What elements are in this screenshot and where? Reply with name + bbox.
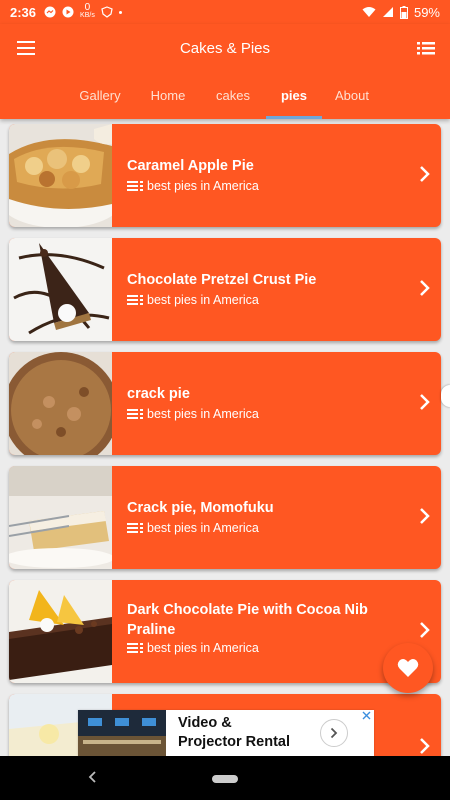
dot-icon xyxy=(118,10,122,14)
status-system-icons: 59% xyxy=(362,5,440,20)
tab-about[interactable]: About xyxy=(322,84,382,119)
chevron-right-icon xyxy=(420,394,430,410)
chevron-right-icon xyxy=(420,622,430,638)
list-icon[interactable] xyxy=(416,38,436,58)
list-item[interactable]: Caramel Apple Pie best pies in America xyxy=(9,124,441,227)
ad-image xyxy=(78,710,166,756)
pie-thumbnail xyxy=(9,580,112,683)
list-icon xyxy=(127,295,143,305)
list-item[interactable]: Crack pie, Momofuku best pies in America xyxy=(9,466,441,569)
pie-thumbnail xyxy=(9,352,112,455)
home-pill[interactable] xyxy=(212,775,238,783)
ad-close-icon[interactable] xyxy=(362,711,371,720)
item-subtitle: best pies in America xyxy=(127,179,259,193)
item-subtitle: best pies in America xyxy=(127,641,259,655)
item-subtitle: best pies in America xyxy=(127,293,259,307)
net-speed-value: 0 xyxy=(84,2,91,13)
heart-icon xyxy=(397,659,419,677)
ad-banner[interactable]: Video & Projector Rental xyxy=(78,710,374,756)
item-subtitle: best pies in America xyxy=(127,521,259,535)
tab-pies[interactable]: pies xyxy=(266,84,322,119)
play-icon xyxy=(62,6,74,18)
list-icon xyxy=(127,523,143,533)
list-icon xyxy=(127,643,143,653)
shield-icon xyxy=(101,6,113,18)
tab-bar: Gallery Home cakes pies About xyxy=(0,84,450,119)
signal-icon xyxy=(382,7,393,17)
ad-line-1: Video & xyxy=(178,715,232,731)
item-subtitle-text: best pies in America xyxy=(147,521,259,535)
pie-list: Caramel Apple Pie best pies in America C… xyxy=(0,119,450,756)
messenger-icon xyxy=(44,6,56,18)
item-title: Crack pie, Momofuku xyxy=(127,500,274,516)
chevron-right-icon xyxy=(330,727,338,739)
item-title: Caramel Apple Pie xyxy=(127,158,254,174)
item-subtitle: best pies in America xyxy=(127,407,259,421)
app-title: Cakes & Pies xyxy=(179,40,271,57)
net-speed-unit: KB/s xyxy=(80,12,95,19)
back-icon[interactable] xyxy=(88,770,98,784)
ad-text: Video & Projector Rental xyxy=(178,714,290,752)
battery-icon xyxy=(399,5,408,19)
favorite-button[interactable] xyxy=(383,643,433,693)
net-speed: 0 KB/s xyxy=(80,2,95,20)
pie-thumbnail xyxy=(9,238,112,341)
app-bar: Cakes & Pies Gallery Home cakes pies Abo… xyxy=(0,24,450,119)
list-icon xyxy=(127,409,143,419)
status-bar: 2:36 0 KB/s 59% xyxy=(0,0,450,24)
system-nav-bar xyxy=(0,756,450,800)
item-subtitle-text: best pies in America xyxy=(147,407,259,421)
chevron-right-icon xyxy=(420,166,430,182)
list-icon xyxy=(127,181,143,191)
item-title: Dark Chocolate Pie with Cocoa Nib Pralin… xyxy=(127,602,368,638)
status-notification-icons: 0 KB/s xyxy=(44,2,122,20)
wifi-icon xyxy=(362,7,376,17)
scroll-handle[interactable] xyxy=(441,385,450,407)
list-item[interactable]: Chocolate Pretzel Crust Pie best pies in… xyxy=(9,238,441,341)
item-subtitle-text: best pies in America xyxy=(147,293,259,307)
chevron-right-icon xyxy=(420,280,430,296)
tab-cakes[interactable]: cakes xyxy=(205,84,261,119)
battery-percent: 59% xyxy=(413,4,440,20)
tab-home[interactable]: Home xyxy=(140,84,196,119)
chevron-right-icon xyxy=(420,738,430,754)
pie-thumbnail xyxy=(9,124,112,227)
list-item[interactable]: crack pie best pies in America xyxy=(9,352,441,455)
tab-gallery[interactable]: Gallery xyxy=(72,84,128,119)
list-item[interactable]: Dark Chocolate Pie with Cocoa Nib Pralin… xyxy=(9,580,441,683)
chevron-right-icon xyxy=(420,508,430,524)
pie-thumbnail xyxy=(9,466,112,569)
ad-line-2: Projector Rental xyxy=(178,734,290,750)
item-title: Chocolate Pretzel Crust Pie xyxy=(127,272,317,288)
ad-open-button[interactable] xyxy=(320,719,348,747)
status-time: 2:36 xyxy=(10,4,37,20)
item-subtitle-text: best pies in America xyxy=(147,641,259,655)
item-subtitle-text: best pies in America xyxy=(147,179,259,193)
item-title: crack pie xyxy=(127,386,190,402)
